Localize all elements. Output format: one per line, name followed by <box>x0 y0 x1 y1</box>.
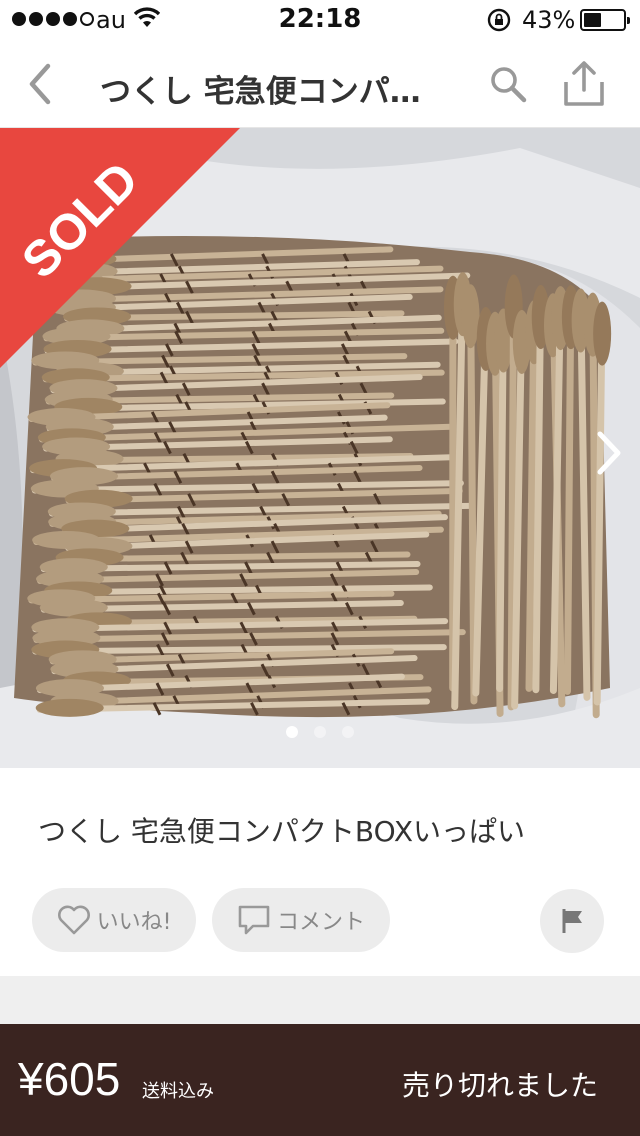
pager-dot[interactable] <box>314 726 326 738</box>
item-title: つくし 宅急便コンパクトBOXいっぱい <box>38 815 526 848</box>
comment-button[interactable]: コメント <box>212 888 390 952</box>
speech-bubble-icon <box>238 905 270 935</box>
product-photo[interactable]: SOLD <box>0 128 640 768</box>
like-button[interactable]: いいね! <box>32 888 196 952</box>
heart-icon <box>57 905 90 935</box>
sold-out-label: 売り切れました <box>402 1069 599 1102</box>
back-button[interactable] <box>20 60 60 108</box>
search-icon <box>491 67 527 103</box>
search-button[interactable] <box>488 64 528 104</box>
status-bar: au 22:18 43% <box>0 0 640 40</box>
navigation-bar: つくし 宅急便コンパ… <box>0 40 640 128</box>
sold-banner: SOLD <box>0 128 240 368</box>
share-button[interactable] <box>562 60 606 108</box>
pager-dot[interactable] <box>286 726 298 738</box>
report-button[interactable] <box>540 889 604 953</box>
shipping-note: 送料込み <box>142 1081 214 1102</box>
battery-percent: 43% <box>522 6 576 34</box>
pager-dot[interactable] <box>342 726 354 738</box>
battery-icon <box>580 9 630 31</box>
flag-icon <box>562 909 582 933</box>
comment-label: コメント <box>276 910 365 935</box>
share-icon <box>564 61 604 106</box>
chevron-right-icon <box>597 431 621 475</box>
chevron-left-icon <box>29 63 51 105</box>
next-photo-button[interactable] <box>588 428 628 478</box>
rotation-lock-icon <box>487 8 511 38</box>
page-title: つくし 宅急便コンパ… <box>100 74 421 110</box>
price: ¥605 <box>18 1053 121 1105</box>
photo-pager <box>0 726 640 738</box>
section-divider <box>0 976 640 1024</box>
like-label: いいね! <box>96 910 172 935</box>
